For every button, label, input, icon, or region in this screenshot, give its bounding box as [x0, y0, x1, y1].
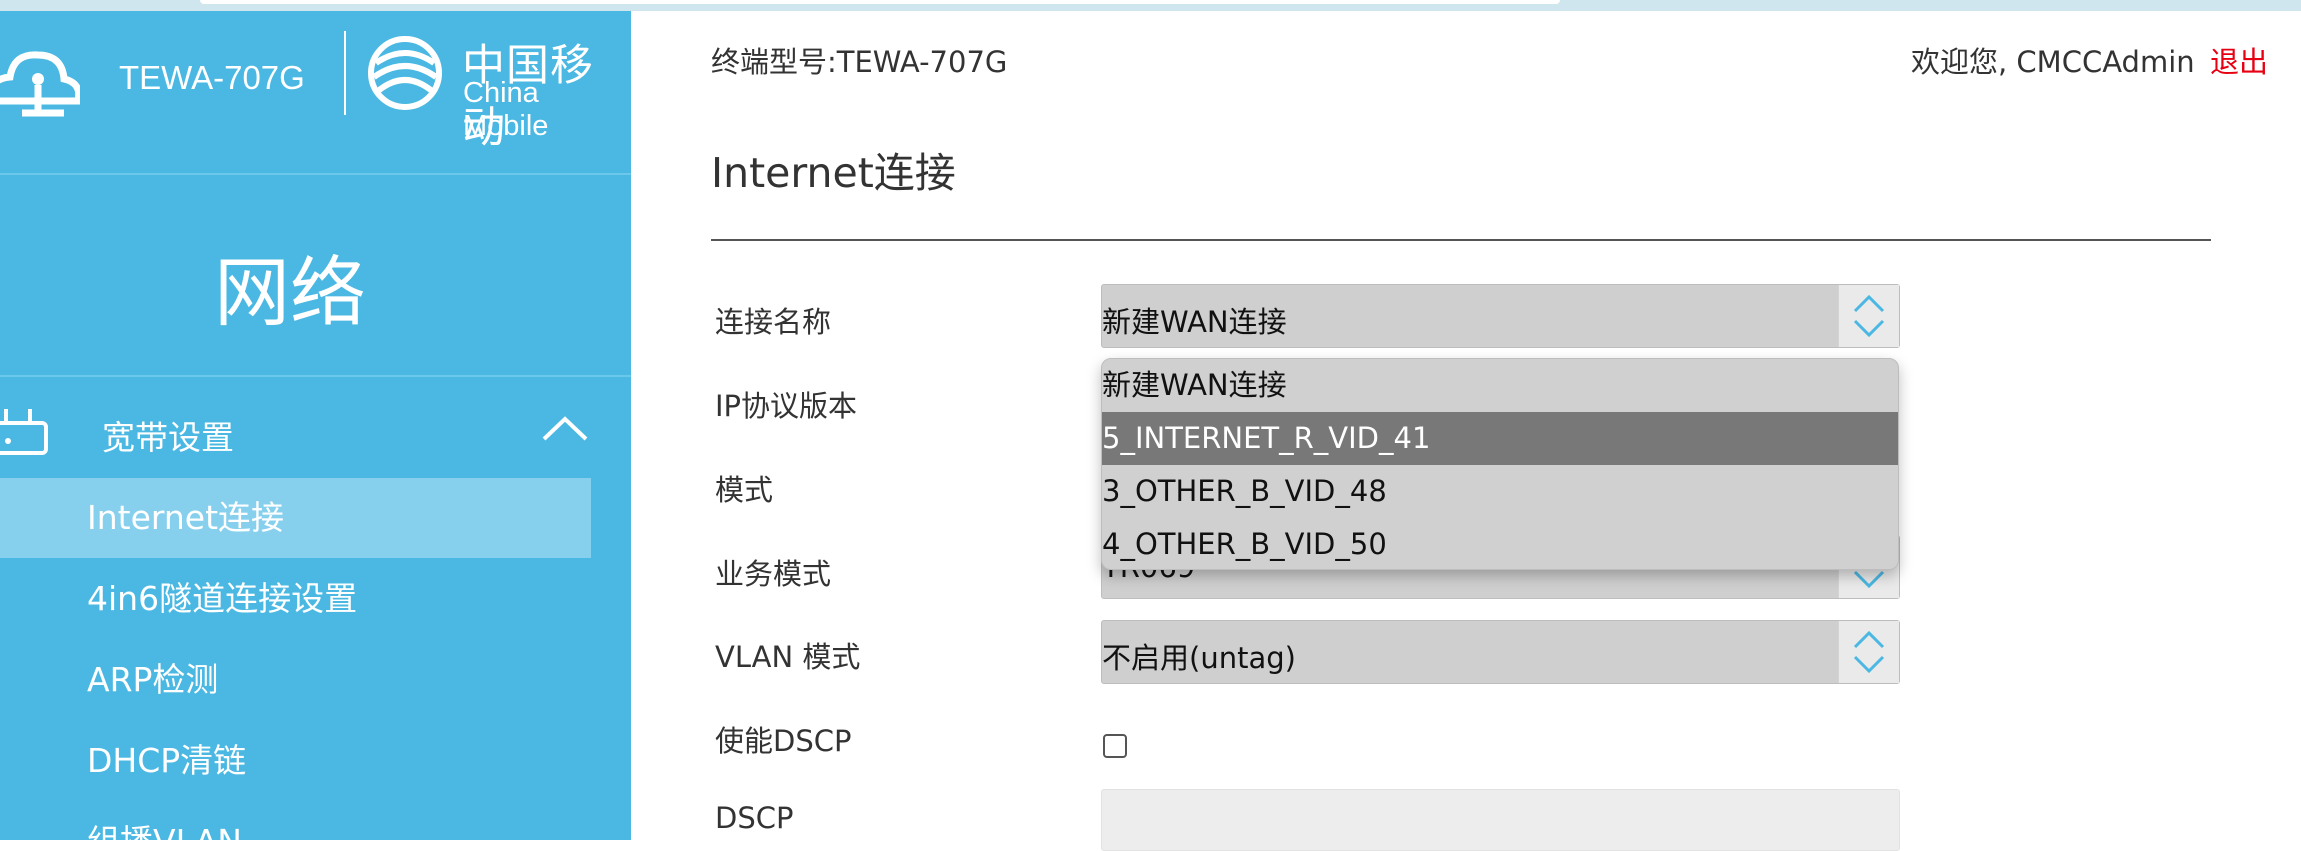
vlan-mode-label: VLAN 模式	[715, 640, 861, 674]
vlan-mode-value: 不启用(untag)	[1102, 641, 1296, 675]
section-title: 网络	[214, 248, 366, 337]
select-arrows	[1838, 621, 1899, 683]
chevron-up-icon[interactable]	[540, 413, 590, 443]
browser-top-strip	[0, 0, 2301, 11]
brand-name-en: China Mobile	[463, 77, 549, 142]
connection-name-dropdown: 新建WAN连接 5_INTERNET_R_VID_41 3_OTHER_B_VI…	[1101, 358, 1899, 570]
vlan-mode-select[interactable]: 不启用(untag)	[1101, 620, 1900, 684]
terminal-type: 终端型号:TEWA-707G	[711, 45, 1008, 79]
sidebar-item-4in6-tunnel[interactable]: 4in6隧道连接设置	[0, 559, 591, 639]
sidebar: TEWA-707G 中国移动 China Mobile 网络 宽带设置 Inte…	[0, 11, 631, 840]
connection-name-value: 新建WAN连接	[1102, 305, 1287, 339]
sidebar-item-internet[interactable]: Internet连接	[0, 478, 591, 558]
select-arrows	[1838, 285, 1899, 347]
mode-label: 模式	[715, 473, 774, 507]
dscp-input[interactable]	[1101, 789, 1900, 851]
enable-dscp-label: 使能DSCP	[715, 724, 852, 758]
router-icon	[0, 409, 48, 455]
cloud-logo-icon	[0, 51, 80, 117]
group-broadband-settings[interactable]: 宽带设置	[0, 391, 631, 481]
dropdown-option[interactable]: 3_OTHER_B_VID_48	[1102, 465, 1898, 518]
group-label: 宽带设置	[102, 418, 234, 457]
ip-version-label: IP协议版本	[715, 389, 858, 423]
dropdown-option-highlighted[interactable]: 5_INTERNET_R_VID_41	[1102, 412, 1898, 465]
updown-arrow-icon	[1853, 630, 1885, 674]
china-mobile-logo-icon	[368, 36, 442, 110]
sidebar-divider	[0, 173, 631, 175]
dscp-label: DSCP	[715, 801, 794, 835]
sidebar-item-arp[interactable]: ARP检测	[0, 640, 591, 720]
welcome-text: 欢迎您, CMCCAdmin	[1911, 45, 2195, 79]
browser-address-bar-edge	[200, 0, 1560, 4]
service-mode-label: 业务模式	[715, 557, 832, 591]
sidebar-item-multicast-vlan[interactable]: 组播VLAN	[0, 802, 591, 840]
logo-divider	[344, 31, 346, 115]
logout-link[interactable]: 退出	[2210, 39, 2268, 81]
updown-arrow-icon	[1853, 294, 1885, 338]
sidebar-item-dhcp[interactable]: DHCP清链	[0, 721, 591, 801]
dropdown-option[interactable]: 新建WAN连接	[1102, 359, 1898, 412]
page-title: Internet连接	[711, 149, 956, 197]
model-name: TEWA-707G	[119, 59, 305, 96]
connection-name-label: 连接名称	[715, 305, 832, 339]
logo-row: TEWA-707G 中国移动 China Mobile	[0, 11, 631, 173]
dropdown-option[interactable]: 4_OTHER_B_VID_50	[1102, 518, 1898, 569]
main-content: 终端型号:TEWA-707G 欢迎您, CMCCAdmin 退出 Interne…	[631, 11, 2301, 851]
connection-name-select[interactable]: 新建WAN连接	[1101, 284, 1900, 348]
sidebar-divider	[0, 375, 631, 377]
title-divider	[711, 239, 2211, 241]
enable-dscp-checkbox[interactable]	[1103, 734, 1127, 758]
